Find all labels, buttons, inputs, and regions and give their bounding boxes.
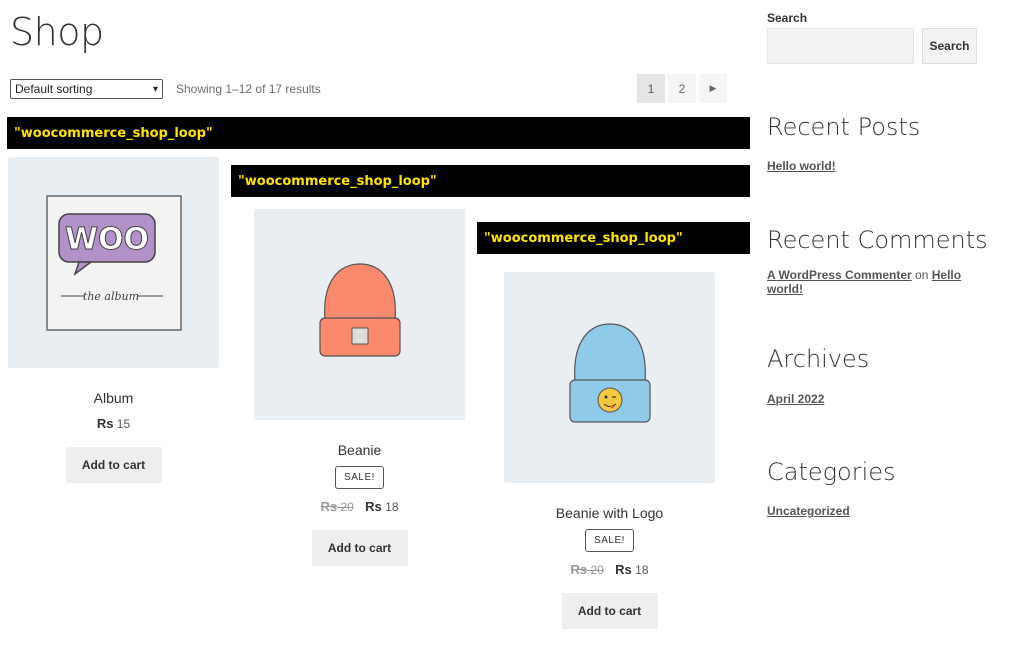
price-value: 18 xyxy=(635,563,649,577)
old-price: Rs 20 xyxy=(570,562,604,577)
add-to-cart-button[interactable]: Add to cart xyxy=(311,530,408,566)
page-title: Shop xyxy=(10,10,104,54)
hook-bar-3: "woocommerce_shop_loop" xyxy=(477,222,750,254)
old-price-value: 20 xyxy=(590,563,604,577)
album-illustration: WOO the album xyxy=(45,194,182,331)
product-card-album: WOO the album Album Rs 15 Add to cart xyxy=(8,157,219,483)
archives-title: Archives xyxy=(767,345,870,373)
old-price: Rs 20 xyxy=(320,499,354,514)
chevron-down-icon: ▾ xyxy=(152,83,158,95)
recent-posts-title: Recent Posts xyxy=(767,113,921,141)
product-price: Rs 20 Rs 18 xyxy=(504,562,715,577)
add-to-cart-button[interactable]: Add to cart xyxy=(561,593,658,629)
product-price: Rs 20 Rs 18 xyxy=(254,499,465,514)
add-to-cart-button[interactable]: Add to cart xyxy=(65,447,162,483)
product-card-beanie-with-logo: Beanie with Logo SALE! Rs 20 Rs 18 Add t… xyxy=(504,272,715,629)
sorting-select[interactable]: Default sorting ▾ xyxy=(10,79,163,99)
next-page-button[interactable]: ▶ xyxy=(699,74,727,103)
pagination: 1 2 ▶ xyxy=(637,74,727,103)
product-name[interactable]: Beanie xyxy=(254,442,465,458)
old-price-value: 20 xyxy=(340,500,354,514)
result-count: Showing 1–12 of 17 results xyxy=(176,82,321,96)
sorting-selected-value: Default sorting xyxy=(15,82,93,96)
product-image-beanie-with-logo[interactable] xyxy=(504,272,715,483)
recent-post-link[interactable]: Hello world! xyxy=(767,159,836,173)
categories-title: Categories xyxy=(767,458,896,486)
sale-badge: SALE! xyxy=(585,529,634,552)
comment-author-link[interactable]: A WordPress Commenter xyxy=(767,268,912,282)
currency-symbol: Rs xyxy=(96,416,114,431)
product-image-beanie[interactable] xyxy=(254,209,465,420)
product-image-album[interactable]: WOO the album xyxy=(8,157,219,368)
product-name[interactable]: Beanie with Logo xyxy=(504,505,715,521)
page-2-button[interactable]: 2 xyxy=(668,74,696,103)
svg-text:WOO: WOO xyxy=(64,222,148,257)
beanie-illustration xyxy=(318,262,401,357)
page-1-button[interactable]: 1 xyxy=(637,74,665,103)
currency-symbol: Rs xyxy=(320,499,338,514)
product-card-beanie: Beanie SALE! Rs 20 Rs 18 Add to cart xyxy=(254,209,465,566)
product-name[interactable]: Album xyxy=(8,390,219,406)
product-price: Rs 15 xyxy=(8,416,219,431)
currency-symbol: Rs xyxy=(615,562,632,577)
svg-text:the album: the album xyxy=(82,290,138,303)
search-label: Search xyxy=(767,11,808,25)
currency-symbol: Rs xyxy=(570,562,588,577)
price-value: 18 xyxy=(385,500,399,514)
beanie-logo-illustration xyxy=(568,323,651,423)
currency-symbol: Rs xyxy=(365,499,382,514)
comment-on-text: on xyxy=(915,268,929,282)
sale-badge: SALE! xyxy=(335,466,384,489)
category-link[interactable]: Uncategorized xyxy=(767,504,850,518)
recent-comments-title: Recent Comments xyxy=(767,226,988,254)
archive-link[interactable]: April 2022 xyxy=(767,392,824,406)
search-button[interactable]: Search xyxy=(922,28,977,64)
caret-right-icon: ▶ xyxy=(709,83,717,93)
hook-bar-1: "woocommerce_shop_loop" xyxy=(7,117,750,149)
price-value: 15 xyxy=(116,417,131,431)
hook-bar-2: "woocommerce_shop_loop" xyxy=(231,165,750,197)
search-input[interactable] xyxy=(767,28,914,64)
recent-comment: A WordPress Commenter on Hello world! xyxy=(767,268,967,296)
